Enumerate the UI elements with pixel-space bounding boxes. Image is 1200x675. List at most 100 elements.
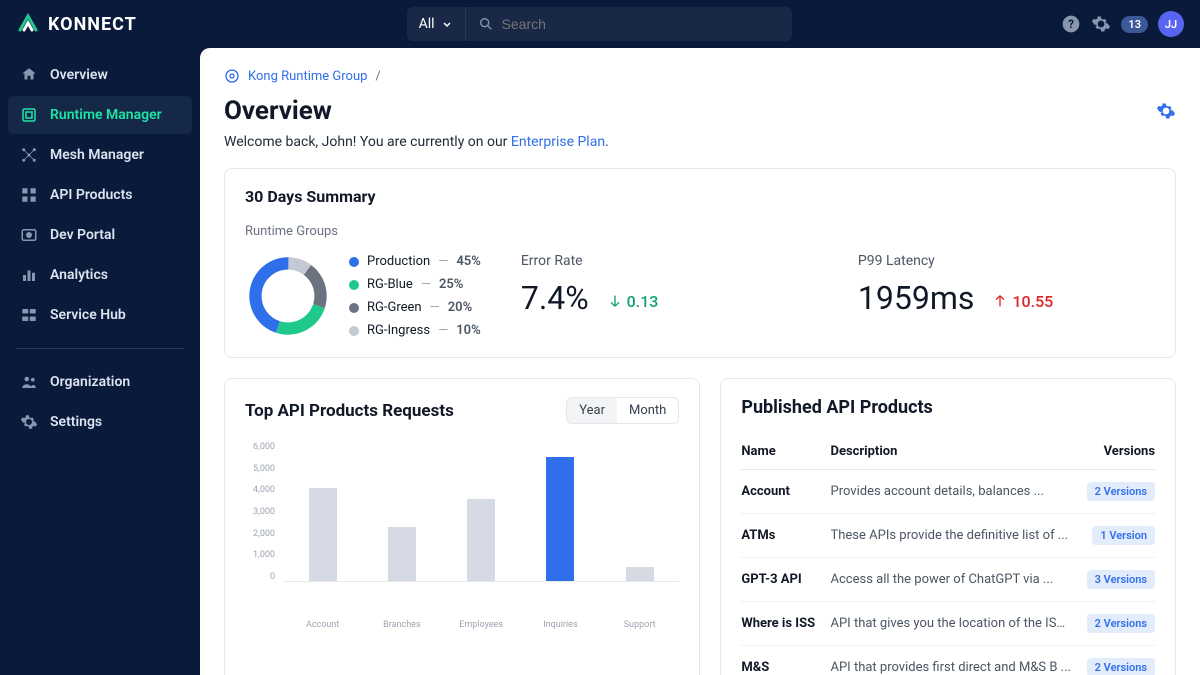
cell-name: M&S xyxy=(741,646,830,675)
cell-versions: 1 Version xyxy=(1072,514,1155,558)
sidebar-item-mesh-manager[interactable]: Mesh Manager xyxy=(8,136,192,174)
arrow-down-icon xyxy=(607,293,623,309)
summary-title: 30 Days Summary xyxy=(245,187,1155,206)
legend-item: RG-Green—20% xyxy=(349,300,481,315)
toggle-month[interactable]: Month xyxy=(617,398,678,423)
sidebar-item-label: Runtime Manager xyxy=(50,107,162,123)
sidebar-item-organization[interactable]: Organization xyxy=(8,363,192,401)
breadcrumb-icon xyxy=(224,68,240,84)
bar[interactable] xyxy=(626,567,654,581)
svg-text:?: ? xyxy=(1069,17,1075,31)
version-badge: 2 Versions xyxy=(1087,614,1155,633)
main-content: Kong Runtime Group / Overview Welcome ba… xyxy=(200,48,1200,675)
bars-area xyxy=(283,442,679,582)
table-row[interactable]: Where is ISSAPI that gives you the locat… xyxy=(741,602,1155,646)
x-tick: Account xyxy=(293,620,353,630)
table-row[interactable]: M&SAPI that provides first direct and M&… xyxy=(741,646,1155,675)
legend-name: RG-Green xyxy=(367,300,422,315)
sidebar-item-settings[interactable]: Settings xyxy=(8,403,192,441)
bar-column xyxy=(530,457,590,581)
cell-name: ATMs xyxy=(741,514,830,558)
legend-dot xyxy=(349,280,359,290)
legend-value: 20% xyxy=(448,300,472,315)
table-title: Published API Products xyxy=(741,397,1155,418)
x-tick: Inquiries xyxy=(530,620,590,630)
cell-desc: API that gives you the location of the I… xyxy=(831,602,1073,646)
summary-subtitle: Runtime Groups xyxy=(245,224,1155,239)
cell-versions: 2 Versions xyxy=(1072,602,1155,646)
sidebar-item-api-products[interactable]: API Products xyxy=(8,176,192,214)
sidebar-item-dev-portal[interactable]: Dev Portal xyxy=(8,216,192,254)
sidebar-item-runtime-manager[interactable]: Runtime Manager xyxy=(8,96,192,134)
search-icon xyxy=(478,16,494,32)
cell-versions: 3 Versions xyxy=(1072,558,1155,602)
legend-item: RG-Ingress—10% xyxy=(349,323,481,338)
legend-value: 45% xyxy=(456,254,480,269)
table-row[interactable]: AccountProvides account details, balance… xyxy=(741,470,1155,514)
y-axis: 6,0005,0004,0003,0002,0001,0000 xyxy=(245,442,275,582)
bar[interactable] xyxy=(309,488,337,581)
notification-badge[interactable]: 13 xyxy=(1121,16,1148,33)
legend-value: 25% xyxy=(439,277,463,292)
legend-name: Production xyxy=(367,254,430,269)
legend-item: RG-Blue—25% xyxy=(349,277,481,292)
legend-dot xyxy=(349,257,359,267)
sidebar-item-label: Organization xyxy=(50,374,130,390)
brand-logo[interactable]: KONNECT xyxy=(16,12,137,36)
y-tick: 1,000 xyxy=(245,550,275,560)
products-icon xyxy=(20,186,38,204)
donut-chart xyxy=(245,253,331,339)
page-settings-button[interactable] xyxy=(1156,101,1176,121)
cell-versions: 2 Versions xyxy=(1072,470,1155,514)
breadcrumb-sep: / xyxy=(375,69,380,84)
legend-dot xyxy=(349,326,359,336)
brand-icon xyxy=(16,12,40,36)
search-bar: All xyxy=(407,7,792,41)
overview-icon xyxy=(20,66,38,84)
version-badge: 2 Versions xyxy=(1087,482,1155,501)
welcome-text: Welcome back, John! You are currently on… xyxy=(224,134,1176,150)
y-tick: 6,000 xyxy=(245,442,275,452)
sidebar-item-overview[interactable]: Overview xyxy=(8,56,192,94)
stat-value: 1959ms xyxy=(858,279,975,317)
brand-name: KONNECT xyxy=(48,14,137,35)
search-filter[interactable]: All xyxy=(407,7,466,41)
bar[interactable] xyxy=(388,527,416,581)
bar[interactable] xyxy=(546,457,574,581)
bar-column xyxy=(372,527,432,581)
bar[interactable] xyxy=(467,499,495,581)
gear-icon[interactable] xyxy=(1091,14,1111,34)
plan-link[interactable]: Enterprise Plan xyxy=(511,134,605,150)
help-icon[interactable]: ? xyxy=(1061,14,1081,34)
cell-name: GPT-3 API xyxy=(741,558,830,602)
cell-versions: 2 Versions xyxy=(1072,646,1155,675)
legend-dot xyxy=(349,303,359,313)
cell-desc: Access all the power of ChatGPT via ... xyxy=(831,558,1073,602)
breadcrumb-link[interactable]: Kong Runtime Group xyxy=(248,69,367,84)
gear-icon xyxy=(20,413,38,431)
avatar[interactable]: JJ xyxy=(1158,11,1184,37)
stat-value: 7.4% xyxy=(521,279,589,317)
x-axis: AccountBranchesEmployeesInquiriesSupport xyxy=(283,620,679,630)
table-row[interactable]: ATMsThese APIs provide the definitive li… xyxy=(741,514,1155,558)
sidebar-item-label: Analytics xyxy=(50,267,108,283)
col-versions: Versions xyxy=(1072,434,1155,470)
x-tick: Branches xyxy=(372,620,432,630)
cell-name: Account xyxy=(741,470,830,514)
legend-value: 10% xyxy=(456,323,480,338)
hub-icon xyxy=(20,306,38,324)
p99-latency-stat: P99 Latency 1959ms 10.55 xyxy=(858,253,1155,339)
bar-column xyxy=(293,488,353,581)
sidebar-item-service-hub[interactable]: Service Hub xyxy=(8,296,192,334)
search-filter-label: All xyxy=(419,16,435,32)
chart-title: Top API Products Requests xyxy=(245,401,454,421)
toggle-year[interactable]: Year xyxy=(567,398,617,423)
sidebar: Overview Runtime Manager Mesh Manager AP… xyxy=(0,48,200,675)
search-input[interactable] xyxy=(502,16,780,32)
table-row[interactable]: GPT-3 APIAccess all the power of ChatGPT… xyxy=(741,558,1155,602)
sidebar-item-analytics[interactable]: Analytics xyxy=(8,256,192,294)
legend-item: Production—45% xyxy=(349,254,481,269)
version-badge: 1 Version xyxy=(1092,526,1155,545)
org-icon xyxy=(20,373,38,391)
sidebar-item-label: Service Hub xyxy=(50,307,126,323)
